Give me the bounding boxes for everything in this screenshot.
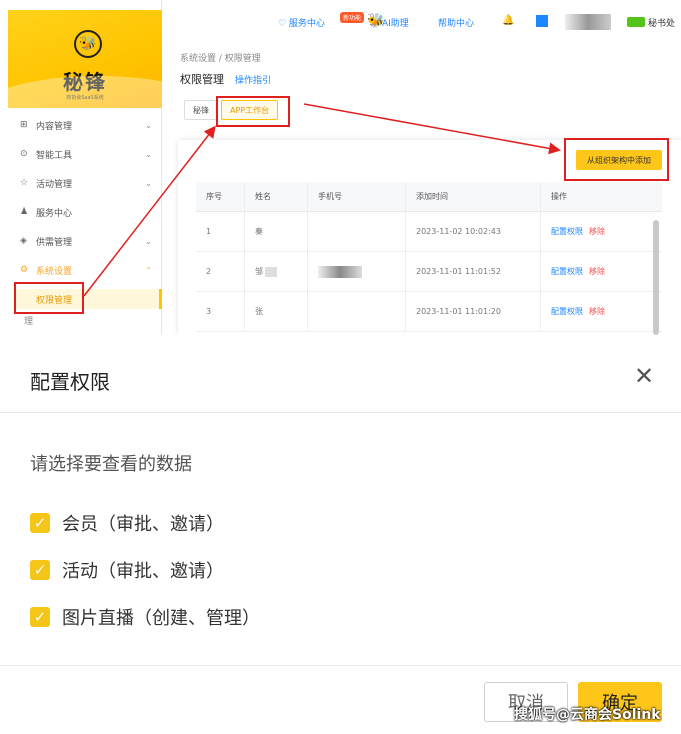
- option-label: 图片直播（创建、管理）: [62, 608, 260, 629]
- status-indicator: [627, 17, 645, 27]
- configure-permission-dialog: 配置权限 ✕ 请选择要查看的数据 ✓ 会员（审批、邀请） ✓ 活动（审批、邀请）…: [0, 340, 681, 734]
- sidebar-item-activities[interactable]: ☆ 活动管理 ⌄: [20, 174, 156, 192]
- sidebar-item-label: 服务中心: [36, 208, 73, 219]
- grid-icon: ⊞: [20, 120, 28, 130]
- row-number: 1: [196, 212, 245, 251]
- blurred-phone: [318, 265, 362, 278]
- annotation-box-add: [564, 138, 669, 181]
- annotation-box-tab: [216, 96, 290, 127]
- header-help-center[interactable]: 帮助中心: [438, 16, 474, 29]
- dialog-subtitle: 请选择要查看的数据: [30, 454, 192, 475]
- row-phone: [308, 292, 406, 331]
- row-actions: 配置权限 移除: [541, 252, 662, 291]
- chevron-down-icon: ⌄: [145, 236, 152, 246]
- chevron-down-icon: ⌄: [145, 149, 152, 159]
- sidebar-item-tools[interactable]: ⊙ 智能工具 ⌄: [20, 145, 156, 163]
- option-label: 活动（审批、邀请）: [62, 561, 224, 582]
- sidebar-item-settings[interactable]: ⚙ 系统设置 ⌃: [20, 261, 156, 279]
- header-username[interactable]: 秘书处: [648, 16, 675, 29]
- name-text: 秦: [255, 227, 263, 236]
- building-icon[interactable]: [536, 15, 548, 27]
- watermark: 搜狐号@云商会Solink: [514, 707, 661, 723]
- row-number: 2: [196, 252, 245, 291]
- configure-permission-link[interactable]: 配置权限: [551, 306, 583, 317]
- column-header: 姓名: [245, 182, 308, 211]
- name-text: 张: [255, 307, 263, 316]
- row-number: 3: [196, 292, 245, 331]
- remove-link[interactable]: 移除: [589, 306, 605, 317]
- row-actions: 配置权限 移除: [541, 292, 662, 331]
- sidebar-item-label: 供需管理: [36, 237, 73, 248]
- sidebar-item-partial[interactable]: 理: [24, 314, 33, 327]
- star-icon: ☆: [20, 178, 29, 188]
- brand-subtitle: 商协会SaaS系统: [66, 95, 104, 101]
- admin-screenshot: 🐝 秘锋 商协会SaaS系统 ⊞ 内容管理 ⌄ ⊙ 智能工具 ⌄ ☆ 活动管理 …: [0, 0, 681, 335]
- divider: [0, 412, 681, 413]
- configure-permission-link[interactable]: 配置权限: [551, 266, 583, 277]
- sidebar-item-label: 内容管理: [36, 121, 73, 132]
- header-ai-assistant[interactable]: AI助理: [382, 16, 409, 29]
- column-header: 操作: [551, 192, 567, 201]
- dialog-title: 配置权限: [30, 370, 110, 394]
- option-label: 会员（审批、邀请）: [62, 514, 224, 535]
- row-time: 2023-11-02 10:02:43: [406, 212, 541, 251]
- row-phone: [308, 212, 406, 251]
- divider: [0, 665, 681, 666]
- screenshot-root: 🐝 秘锋 商协会SaaS系统 ⊞ 内容管理 ⌄ ⊙ 智能工具 ⌄ ☆ 活动管理 …: [0, 0, 681, 734]
- column-header: 序号: [196, 182, 245, 211]
- page-title: 权限管理: [180, 73, 224, 86]
- sidebar-item-label: 系统设置: [36, 266, 73, 277]
- operation-guide-link[interactable]: 操作指引: [235, 73, 271, 86]
- tool-icon: ⊙: [20, 149, 28, 159]
- row-name: 张: [245, 292, 308, 331]
- remove-link[interactable]: 移除: [589, 266, 605, 277]
- remove-link[interactable]: 移除: [589, 226, 605, 237]
- tab-mifeng[interactable]: 秘锋: [184, 100, 218, 120]
- chevron-down-icon: ⌄: [145, 120, 152, 130]
- sidebar-item-label: 活动管理: [36, 179, 73, 190]
- configure-permission-link[interactable]: 配置权限: [551, 226, 583, 237]
- chevron-up-icon: ⌃: [145, 265, 152, 275]
- checkbox-checked-icon[interactable]: ✓: [30, 607, 50, 627]
- row-phone: [308, 252, 406, 291]
- option-activities[interactable]: ✓ 活动（审批、邀请）: [30, 558, 224, 582]
- row-name: 邹: [245, 252, 308, 291]
- column-header: 手机号: [308, 182, 406, 211]
- name-text: 邹: [255, 267, 263, 276]
- blurred-avatar: [565, 14, 611, 30]
- table-header-row: 序号 姓名 手机号 添加时间 操作: [196, 182, 662, 212]
- row-time: 2023-11-01 11:01:20: [406, 292, 541, 331]
- brand-logo: 🐝 秘锋 商协会SaaS系统: [8, 10, 162, 108]
- annotation-box-permission: [14, 282, 84, 314]
- checkbox-checked-icon[interactable]: ✓: [30, 560, 50, 580]
- table-row: 3 张 2023-11-01 11:01:20 配置权限 移除: [196, 292, 662, 332]
- header-service-center[interactable]: ♡ 服务中心: [278, 16, 325, 29]
- option-photo-live[interactable]: ✓ 图片直播（创建、管理）: [30, 605, 260, 629]
- row-name: 秦: [245, 212, 308, 251]
- table-row: 2 邹 2023-11-01 11:01:52 配置权限 移除: [196, 252, 662, 292]
- column-header: 添加时间: [406, 182, 541, 211]
- row-time: 2023-11-01 11:01:52: [406, 252, 541, 291]
- sidebar-item-content[interactable]: ⊞ 内容管理 ⌄: [20, 116, 156, 134]
- table-row: 1 秦 2023-11-02 10:02:43 配置权限 移除: [196, 212, 662, 252]
- option-members[interactable]: ✓ 会员（审批、邀请）: [30, 511, 224, 535]
- sidebar-item-label: 智能工具: [36, 150, 73, 161]
- bee-logo-icon: 🐝: [74, 30, 102, 58]
- sidebar-item-supply[interactable]: ◈ 供需管理 ⌄: [20, 232, 156, 250]
- new-feature-badge: 新功能: [340, 12, 365, 23]
- close-icon[interactable]: ✕: [634, 364, 654, 388]
- blurred-name: [265, 266, 277, 277]
- shield-icon: ◈: [20, 236, 27, 246]
- row-actions: 配置权限 移除: [541, 212, 662, 251]
- table-scrollbar[interactable]: [653, 220, 659, 335]
- bell-icon[interactable]: 🔔: [502, 15, 514, 26]
- brand-name: 秘锋: [63, 70, 107, 94]
- gear-icon: ⚙: [20, 265, 29, 275]
- checkbox-checked-icon[interactable]: ✓: [30, 513, 50, 533]
- chevron-down-icon: ⌄: [145, 178, 152, 188]
- permission-table: 序号 姓名 手机号 添加时间 操作 1 秦 2023-11-02 10:02:4…: [196, 182, 662, 332]
- sidebar-item-service[interactable]: ♟ 服务中心: [20, 203, 156, 221]
- breadcrumb: 系统设置 / 权限管理: [180, 54, 261, 64]
- people-icon: ♟: [20, 207, 29, 217]
